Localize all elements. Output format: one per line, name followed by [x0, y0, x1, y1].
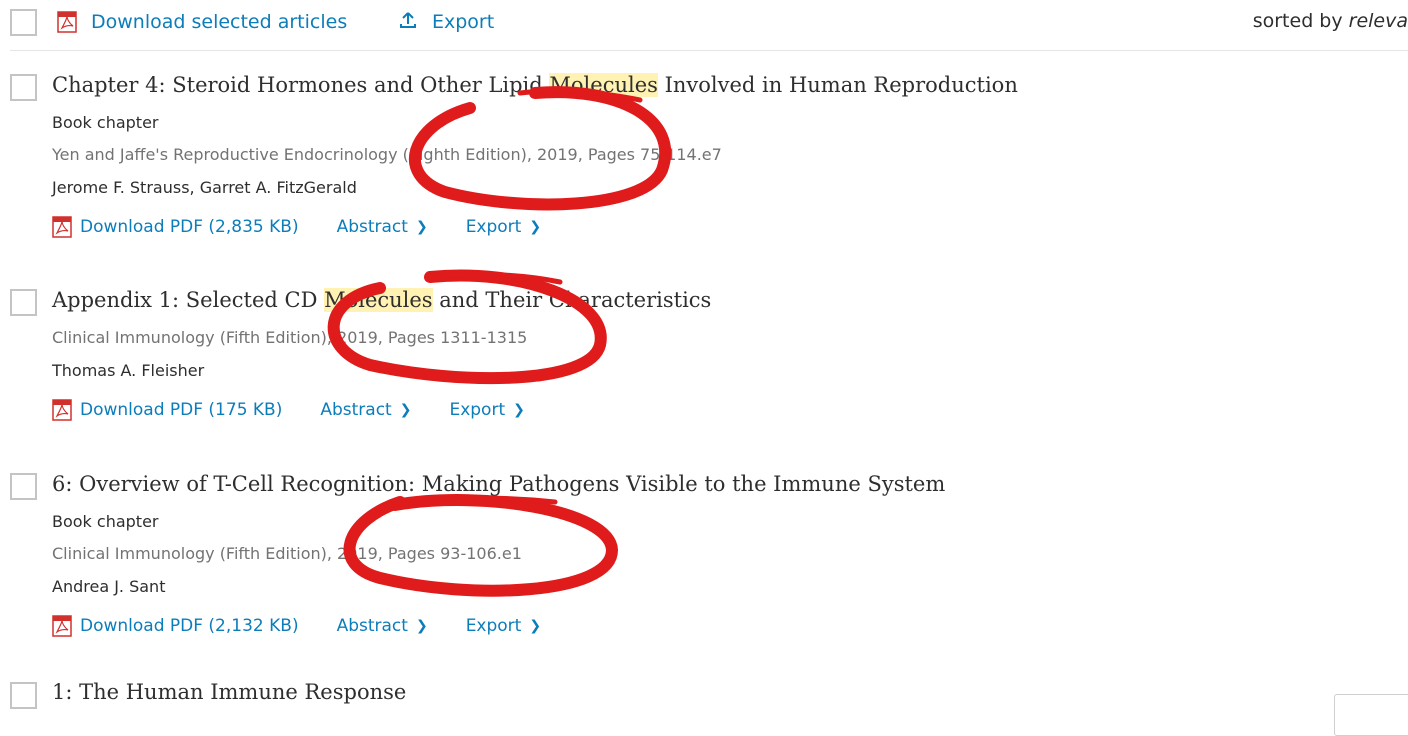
download-pdf-label: Download PDF (2,835 KB): [80, 217, 299, 237]
authors: Jerome F. Strauss, Garret A. FitzGerald: [52, 178, 357, 197]
title-text-end: Involved in Human Reproduction: [657, 73, 1018, 97]
pdf-icon: [52, 615, 72, 637]
source-info: Clinical Immunology (Fifth Edition), 201…: [52, 328, 528, 347]
download-pdf-label: Download PDF (2,132 KB): [80, 616, 299, 636]
download-selected-label: Download selected articles: [91, 11, 348, 33]
download-pdf-link[interactable]: Download PDF (175 KB): [52, 399, 282, 421]
chevron-down-icon: ❯: [513, 402, 525, 418]
abstract-toggle[interactable]: Abstract ❯: [337, 616, 428, 636]
title-highlight: Molecules: [549, 73, 658, 97]
export-button[interactable]: Export: [398, 9, 494, 35]
abstract-label: Abstract: [320, 400, 392, 420]
content-type: Book chapter: [52, 512, 159, 531]
export-toggle[interactable]: Export ❯: [449, 400, 524, 420]
export-toggle[interactable]: Export ❯: [466, 616, 541, 636]
result-actions: Download PDF (2,835 KB) Abstract ❯ Expor…: [52, 216, 579, 238]
sort-indicator[interactable]: sorted by releva: [1253, 10, 1408, 32]
result-checkbox[interactable]: [10, 289, 37, 316]
export-item-label: Export: [449, 400, 506, 420]
result-title[interactable]: 1: The Human Immune Response: [52, 680, 406, 704]
download-pdf-link[interactable]: Download PDF (2,835 KB): [52, 216, 299, 238]
export-item-label: Export: [465, 217, 522, 237]
select-all-checkbox[interactable]: [10, 9, 37, 36]
abstract-label: Abstract: [336, 217, 408, 237]
title-text: 6: Overview of T-Cell Recognition: Makin…: [52, 472, 946, 496]
annotation-ellipse: [427, 271, 563, 285]
chevron-down-icon: ❯: [415, 618, 428, 634]
chevron-down-icon: ❯: [529, 219, 542, 235]
annotation-ellipse: [392, 495, 558, 508]
authors: Andrea J. Sant: [52, 577, 166, 596]
scroll-to-top-button[interactable]: [1334, 694, 1408, 736]
title-text: 1: The Human Immune Response: [52, 680, 407, 704]
pdf-icon: [52, 216, 72, 238]
result-checkbox[interactable]: [10, 74, 37, 101]
source-info: Clinical Immunology (Fifth Edition), 201…: [52, 544, 522, 563]
sorted-value: releva: [1348, 10, 1408, 32]
title-text-end: and Their Characteristics: [432, 288, 712, 312]
download-selected-button[interactable]: Download selected articles: [57, 9, 347, 35]
result-title[interactable]: 6: Overview of T-Cell Recognition: Makin…: [52, 472, 945, 496]
result-actions: Download PDF (2,132 KB) Abstract ❯ Expor…: [52, 615, 579, 637]
chevron-down-icon: ❯: [529, 618, 542, 634]
abstract-toggle[interactable]: Abstract ❯: [320, 400, 411, 420]
result-checkbox[interactable]: [10, 473, 37, 500]
result-title[interactable]: Chapter 4: Steroid Hormones and Other Li…: [52, 73, 1018, 97]
chevron-down-icon: ❯: [399, 402, 412, 418]
export-item-label: Export: [465, 616, 522, 636]
result-title[interactable]: Appendix 1: Selected CD Molecules and Th…: [52, 288, 711, 312]
result-checkbox[interactable]: [10, 682, 37, 709]
export-upload-icon: [398, 10, 418, 35]
results-toolbar: Download selected articles Export sorted…: [0, 0, 1408, 50]
export-label: Export: [432, 11, 495, 33]
chevron-down-icon: ❯: [415, 219, 428, 235]
title-highlight: Molecules: [324, 288, 433, 312]
download-pdf-label: Download PDF (175 KB): [80, 400, 283, 420]
authors: Thomas A. Fleisher: [52, 361, 205, 380]
download-pdf-link[interactable]: Download PDF (2,132 KB): [52, 615, 299, 637]
abstract-toggle[interactable]: Abstract ❯: [337, 217, 428, 237]
sorted-prefix: sorted by: [1252, 10, 1349, 32]
content-type: Book chapter: [52, 113, 159, 132]
export-toggle[interactable]: Export ❯: [466, 217, 541, 237]
pdf-icon: [52, 399, 72, 421]
title-text: Chapter 4: Steroid Hormones and Other Li…: [52, 73, 550, 97]
abstract-label: Abstract: [336, 616, 408, 636]
source-info: Yen and Jaffe's Reproductive Endocrinolo…: [52, 145, 722, 164]
title-text: Appendix 1: Selected CD: [52, 288, 325, 312]
annotation-overlay: [327, 86, 672, 597]
toolbar-divider: [10, 50, 1408, 51]
result-actions: Download PDF (175 KB) Abstract ❯ Export …: [52, 399, 563, 421]
pdf-icon: [57, 11, 77, 33]
